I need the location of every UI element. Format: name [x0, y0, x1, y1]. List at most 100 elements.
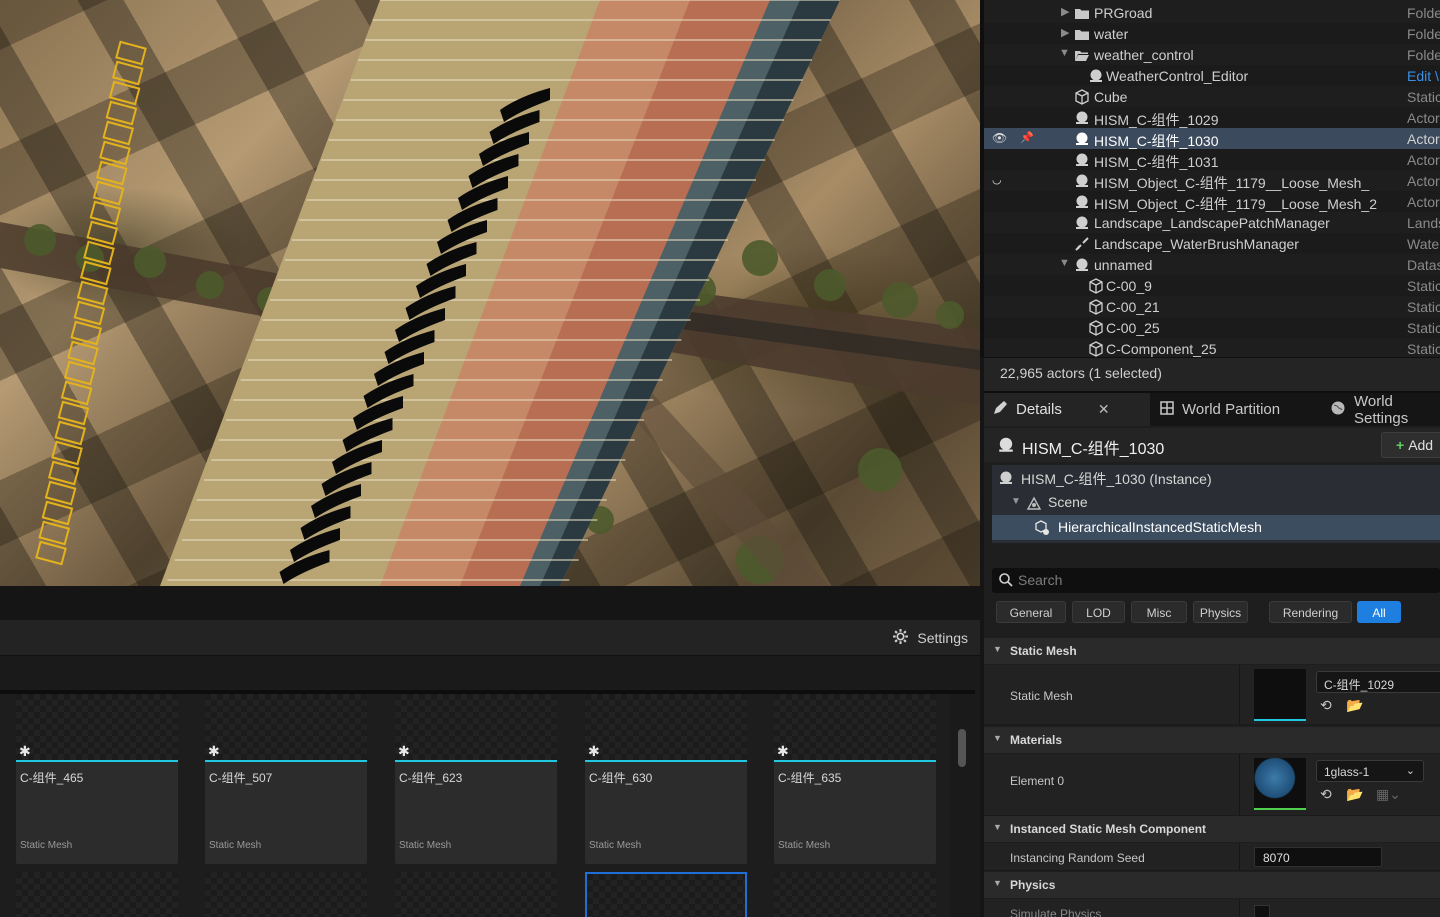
asset-tile-selected[interactable]: [585, 872, 747, 917]
component-row-hism[interactable]: HierarchicalInstancedStaticMesh: [992, 515, 1440, 540]
static-mesh-icon: [1088, 341, 1104, 357]
settings-label: Settings: [917, 630, 968, 646]
actor-icon: [1074, 131, 1090, 147]
outliner-type: Actor: [1407, 152, 1440, 168]
asset-tile[interactable]: [16, 872, 178, 917]
outliner-label: Cube: [1094, 89, 1128, 105]
asset-thumbnail: [205, 694, 367, 760]
outliner-row[interactable]: HISM_Object_C-组件_1179__Loose_Mesh_2 Acto…: [984, 191, 1440, 212]
outliner-row[interactable]: HISM_C-组件_1031 Actor: [984, 149, 1440, 170]
outliner-label: water: [1094, 26, 1129, 42]
outliner-row[interactable]: ▼ unnamed Datas: [984, 254, 1440, 275]
browse-folder-icon[interactable]: 📂: [1346, 697, 1363, 714]
category-physics[interactable]: ▼ Physics: [984, 872, 1440, 898]
asset-tile[interactable]: [774, 872, 936, 917]
outliner-row[interactable]: C-Component_25 Static: [984, 338, 1440, 357]
yellow-frame: [44, 480, 77, 506]
outliner-row[interactable]: ◡ HISM_Object_C-组件_1179__Loose_Mesh_ Act…: [984, 170, 1440, 191]
actor-icon: [1074, 173, 1090, 189]
yellow-frame: [63, 360, 96, 386]
level-viewport[interactable]: [0, 0, 980, 586]
caret-down-icon[interactable]: ▼: [1011, 496, 1021, 507]
asset-tile[interactable]: ✱ C-组件_635 Static Mesh: [774, 694, 936, 864]
outliner-label: unnamed: [1094, 257, 1153, 273]
use-selected-icon[interactable]: ⟲: [1320, 786, 1332, 803]
filter-lod[interactable]: LOD: [1072, 601, 1125, 623]
caret-right-icon[interactable]: ▶: [1061, 5, 1069, 18]
asset-tile[interactable]: ✱ C-组件_623 Static Mesh: [395, 694, 557, 864]
folder-open-icon: [1074, 47, 1090, 63]
caret-down-icon[interactable]: ▼: [1059, 47, 1070, 59]
outliner-row[interactable]: WeatherControl_Editor Edit \: [984, 65, 1440, 86]
outliner-row[interactable]: ▼ weather_control Folde: [984, 44, 1440, 65]
outliner-row[interactable]: ▶ water Folde: [984, 23, 1440, 44]
outliner-label: Landscape_LandscapePatchManager: [1094, 215, 1330, 231]
caret-down-icon[interactable]: ▼: [1059, 257, 1070, 269]
material-thumbnail[interactable]: [1254, 758, 1306, 810]
tab-world-partition[interactable]: World Partition: [1160, 393, 1320, 426]
static-mesh-icon: [1088, 320, 1104, 336]
component-row-instance[interactable]: HISM_C-组件_1030 (Instance): [992, 465, 1440, 490]
outliner-row-selected[interactable]: 👁 📌 HISM_C-组件_1030 Actor: [984, 128, 1440, 149]
asset-name: C-组件_630: [589, 771, 653, 785]
filter-all[interactable]: All: [1357, 601, 1401, 623]
use-selected-icon[interactable]: ⟲: [1320, 697, 1332, 714]
material-picker[interactable]: 1glass-1 ⌄: [1316, 760, 1424, 782]
eye-icon[interactable]: 👁: [992, 131, 1007, 145]
static-mesh-thumbnail[interactable]: [1254, 669, 1306, 721]
material-options-icon[interactable]: ▦⌄: [1376, 786, 1401, 803]
random-seed-input[interactable]: 8070: [1254, 847, 1382, 867]
asset-tile[interactable]: ✱ C-组件_630 Static Mesh: [585, 694, 747, 864]
outliner-row[interactable]: C-00_21 Static: [984, 296, 1440, 317]
viewport-scene: [0, 0, 980, 586]
outliner-row[interactable]: Landscape_LandscapePatchManager Lands: [984, 212, 1440, 233]
asset-tile[interactable]: ✱ C-组件_507 Static Mesh: [205, 694, 367, 864]
filter-general[interactable]: General: [996, 601, 1066, 623]
close-icon[interactable]: ✕: [1098, 401, 1110, 418]
yellow-frame: [51, 440, 83, 466]
add-component-button[interactable]: + Add: [1381, 432, 1440, 458]
outliner-row[interactable]: Cube Static: [984, 86, 1440, 107]
category-instanced-static-mesh[interactable]: ▼ Instanced Static Mesh Component: [984, 816, 1440, 842]
details-search[interactable]: [992, 568, 1440, 593]
yellow-frame: [111, 60, 144, 86]
outliner-row[interactable]: ▶ PRGroad Folde: [984, 2, 1440, 23]
asset-grid-scrollbar[interactable]: [958, 729, 966, 767]
component-row-scene[interactable]: ▼ Scene: [992, 490, 1440, 515]
property-label: Element 0: [1010, 774, 1065, 788]
asset-tile[interactable]: [205, 872, 367, 917]
static-mesh-icon: [1088, 278, 1104, 294]
tab-world-settings[interactable]: World Settings: [1330, 393, 1440, 427]
details-panel: Details ✕ World Partition World Settings…: [984, 391, 1440, 917]
filter-misc[interactable]: Misc: [1131, 601, 1187, 623]
caret-right-icon[interactable]: ▶: [1061, 26, 1069, 39]
asset-tile[interactable]: [395, 872, 557, 917]
asset-badge-icon: ✱: [777, 743, 789, 759]
outliner-row[interactable]: HISM_C-组件_1029 Actor: [984, 107, 1440, 128]
pin-icon[interactable]: 📌: [1020, 131, 1034, 144]
outliner-row[interactable]: C-00_25 Static: [984, 317, 1440, 338]
actor-icon: [1074, 110, 1090, 126]
search-input[interactable]: [1018, 571, 1418, 589]
content-browser-tab-strip: [0, 586, 980, 620]
outliner-row[interactable]: Landscape_WaterBrushManager Wate: [984, 233, 1440, 254]
category-materials[interactable]: ▼ Materials: [984, 727, 1440, 753]
outliner-row[interactable]: C-00_9 Static: [984, 275, 1440, 296]
property-simulate-physics: Simulate Physics: [984, 899, 1440, 917]
eye-closed-icon[interactable]: ◡: [992, 173, 1002, 186]
tab-details[interactable]: Details ✕: [984, 393, 1150, 426]
browse-folder-icon[interactable]: 📂: [1346, 786, 1363, 803]
yellow-frame: [73, 300, 106, 326]
filter-rendering[interactable]: Rendering: [1269, 601, 1352, 623]
outliner-type[interactable]: Edit \: [1407, 68, 1439, 84]
filter-physics[interactable]: Physics: [1193, 601, 1248, 623]
simulate-physics-checkbox[interactable]: [1254, 905, 1270, 917]
category-static-mesh[interactable]: ▼ Static Mesh: [984, 638, 1440, 664]
static-mesh-picker[interactable]: C-组件_1029: [1316, 671, 1440, 693]
asset-type: Static Mesh: [778, 840, 831, 851]
outliner-label: C-00_9: [1106, 278, 1152, 294]
settings-button[interactable]: Settings: [892, 628, 968, 648]
yellow-frame: [70, 320, 103, 346]
outliner-label: C-00_25: [1106, 320, 1160, 336]
asset-tile[interactable]: ✱ C-组件_465 Static Mesh: [16, 694, 178, 864]
